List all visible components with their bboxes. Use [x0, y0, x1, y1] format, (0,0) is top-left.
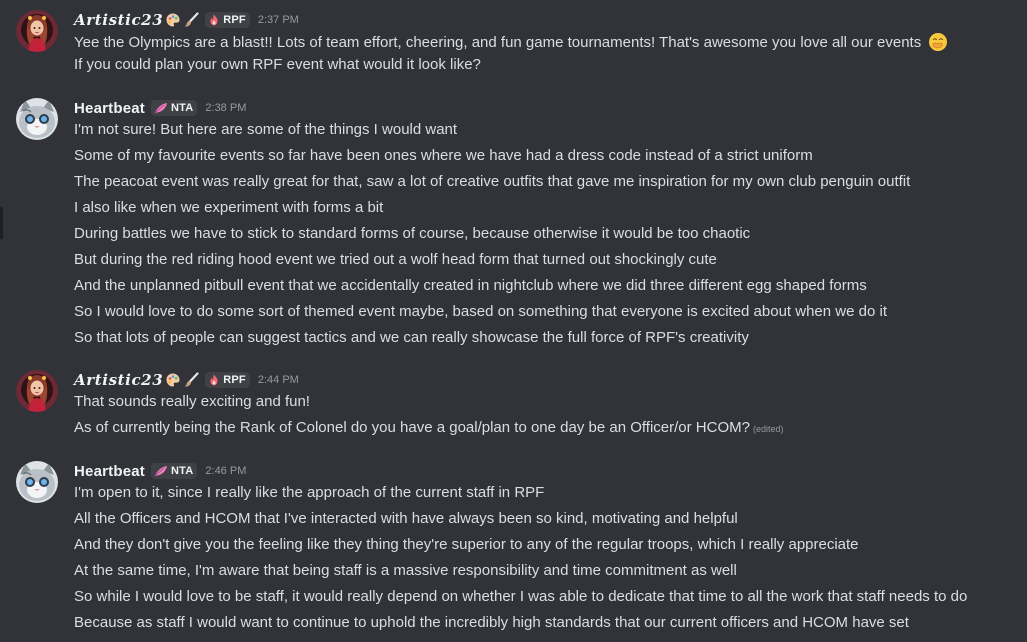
message-text: Yee the Olympics are a blast!! Lots of t… — [74, 34, 922, 51]
message-text: So I would love to do some sort of theme… — [74, 303, 887, 320]
server-tag-label: RPF — [223, 14, 246, 26]
palette-icon — [165, 12, 181, 28]
edited-indicator: (edited) — [752, 424, 784, 434]
message-line: I also like when we experiment with form… — [74, 198, 383, 218]
feather-icon — [154, 102, 168, 114]
message-line: The peacoat event was really great for t… — [74, 172, 910, 192]
message-line: That sounds really exciting and fun! — [74, 392, 310, 412]
message-text: As of currently being the Rank of Colone… — [74, 419, 750, 436]
scroll-edge-handle — [0, 207, 3, 239]
server-tag[interactable]: NTA — [151, 463, 198, 479]
avatar[interactable] — [16, 370, 58, 412]
message-line: I'm open to it, since I really like the … — [74, 483, 544, 503]
avatar[interactable] — [16, 10, 58, 52]
timestamp[interactable]: 2:37 PM — [258, 14, 299, 26]
message-line: As of currently being the Rank of Colone… — [74, 418, 783, 439]
message-text: I'm open to it, since I really like the … — [74, 484, 545, 501]
message-line: So that lots of people can suggest tacti… — [74, 328, 749, 348]
timestamp[interactable]: 2:46 PM — [205, 465, 246, 477]
message-line: All the Officers and HCOM that I've inte… — [74, 509, 738, 529]
message-text: Some of my favourite events so far have … — [74, 147, 813, 164]
message-line: So I would love to do some sort of theme… — [74, 302, 887, 322]
username[interactable]: Artistic23 — [74, 371, 163, 389]
timestamp[interactable]: 2:38 PM — [205, 102, 246, 114]
timestamp[interactable]: 2:44 PM — [258, 374, 299, 386]
message-text: And they don't give you the feeling like… — [74, 536, 859, 553]
server-tag-label: RPF — [223, 374, 246, 386]
feather-icon — [154, 465, 168, 477]
message-text: So while I would love to be staff, it wo… — [74, 588, 968, 605]
message-line: But during the red riding hood event we … — [74, 250, 717, 270]
paintbrush-icon — [183, 12, 199, 28]
server-tag[interactable]: RPF — [205, 12, 250, 28]
paintbrush-icon — [183, 372, 199, 388]
message-text: If you could plan your own RPF event wha… — [74, 56, 481, 73]
message-text: At the same time, I'm aware that being s… — [74, 562, 737, 579]
username[interactable]: Heartbeat — [74, 463, 145, 480]
message-line: Because as staff I would want to continu… — [74, 613, 909, 633]
message-line: During battles we have to stick to stand… — [74, 224, 750, 244]
message-text: Because as staff I would want to continu… — [74, 614, 909, 631]
palette-icon — [165, 372, 181, 388]
server-tag-label: NTA — [171, 102, 194, 114]
server-tag-label: NTA — [171, 465, 194, 477]
message-line: Some of my favourite events so far have … — [74, 146, 813, 166]
message-text: During battles we have to stick to stand… — [74, 225, 751, 242]
message-line: And they don't give you the feeling like… — [74, 535, 859, 555]
flame-icon — [208, 374, 220, 386]
message-text: I'm not sure! But here are some of the t… — [74, 121, 458, 138]
server-tag[interactable]: NTA — [151, 100, 198, 116]
server-tag[interactable]: RPF — [205, 372, 250, 388]
username[interactable]: Heartbeat — [74, 100, 145, 117]
avatar[interactable] — [16, 98, 58, 140]
message-text: All the Officers and HCOM that I've inte… — [74, 510, 738, 527]
message-text: But during the red riding hood event we … — [74, 251, 717, 268]
flame-icon — [208, 14, 220, 26]
message-line: At the same time, I'm aware that being s… — [74, 561, 737, 581]
message-text: So that lots of people can suggest tacti… — [74, 329, 749, 346]
message-line: And the unplanned pitbull event that we … — [74, 276, 867, 296]
message-line: So while I would love to be staff, it wo… — [74, 587, 967, 607]
message-line: I'm not sure! But here are some of the t… — [74, 120, 457, 140]
message-text: And the unplanned pitbull event that we … — [74, 277, 867, 294]
avatar[interactable] — [16, 461, 58, 503]
username[interactable]: Artistic23 — [74, 11, 163, 29]
hand-over-mouth-icon[interactable] — [928, 32, 948, 58]
message-text: That sounds really exciting and fun! — [74, 393, 310, 410]
message-line: If you could plan your own RPF event wha… — [74, 55, 481, 75]
message-text: I also like when we experiment with form… — [74, 199, 384, 216]
message-text: The peacoat event was really great for t… — [74, 173, 911, 190]
